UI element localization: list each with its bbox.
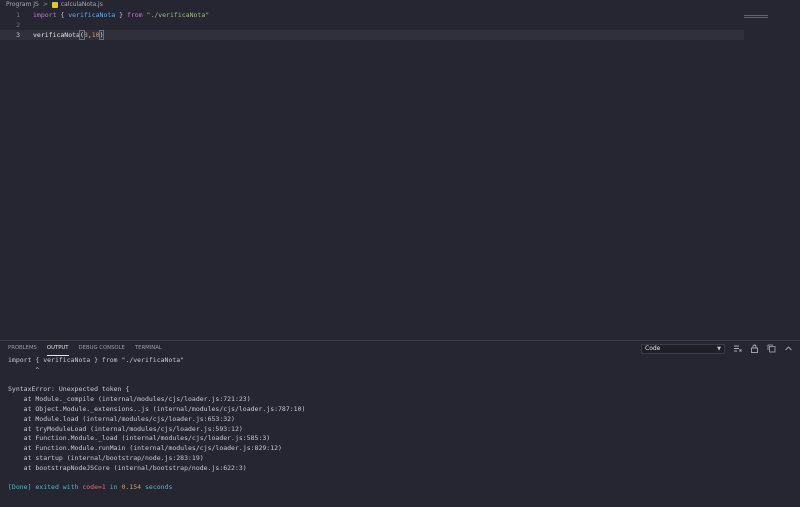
code-token: from (126, 11, 143, 19)
clear-output-icon[interactable] (733, 344, 742, 353)
output-line: import { verificaNota } from "./verifica… (8, 356, 185, 364)
output-console[interactable]: import { verificaNota } from "./verifica… (8, 356, 788, 493)
output-line: SyntaxError: Unexpected token { (8, 385, 130, 394)
output-channel-select[interactable]: Code ▼ (641, 344, 725, 354)
line-number: 1 (16, 11, 20, 19)
breadcrumb-file[interactable]: calculaNota.js (61, 1, 103, 8)
breadcrumb-folder[interactable]: Program JS (6, 1, 39, 8)
code-text: import { verificaNota } from "./verifica… (33, 10, 209, 20)
done-text2: in (105, 483, 122, 492)
line-number: 3 (16, 31, 20, 39)
tab-terminal[interactable]: TERMINAL (135, 341, 162, 356)
code-editor[interactable]: 1 import { verificaNota } from "./verific… (0, 9, 800, 340)
tab-output[interactable]: OUTPUT (46, 341, 69, 356)
done-text1: exited with (31, 483, 83, 492)
code-token: verificaNota (68, 11, 116, 19)
code-line[interactable]: 1 import { verificaNota } from "./verific… (0, 10, 744, 20)
done-tag: [Done] (8, 483, 32, 492)
panel-tabs: PROBLEMS OUTPUT DEBUG CONSOLE TERMINAL (0, 341, 162, 356)
output-line: at bootstrapNodeJSCore (internal/bootstr… (8, 463, 247, 472)
breadcrumb: Program JS > calculaNota.js (0, 0, 800, 9)
output-channel-value: Code (645, 345, 661, 352)
breadcrumb-separator: > (42, 1, 48, 8)
output-line: at Function.Module._load (internal/modul… (8, 434, 271, 443)
chevron-down-icon: ▼ (717, 346, 721, 352)
lock-icon[interactable] (750, 344, 759, 353)
code-token: ) (98, 30, 105, 40)
code-token: "./verificaNota" (146, 11, 210, 19)
code-token: import (33, 11, 57, 19)
tab-problems[interactable]: PROBLEMS (8, 341, 37, 356)
output-line: at Function.Module.runMain (internal/mod… (8, 444, 282, 453)
done-seconds: 0.154 (121, 483, 142, 492)
done-code: code=1 (82, 483, 106, 492)
output-line: at Object.Module._extensions..js (intern… (8, 404, 306, 413)
bottom-panel: PROBLEMS OUTPUT DEBUG CONSOLE TERMINAL C… (0, 340, 800, 507)
output-line: at startup (internal/bootstrap/node.js:2… (8, 453, 204, 462)
code-token: } (115, 11, 127, 19)
chevron-up-icon[interactable] (784, 344, 793, 353)
code-text: verificaNota(8,10) (33, 30, 105, 40)
copy-icon[interactable] (767, 344, 776, 353)
code-token: verificaNota (33, 31, 80, 39)
code-token: { (56, 11, 69, 19)
code-line[interactable]: 3 verificaNota(8,10) (0, 30, 744, 40)
line-number: 2 (16, 21, 20, 29)
output-line: at tryModuleLoad (internal/modules/cjs/l… (8, 424, 243, 433)
output-line: ^ (8, 365, 40, 374)
minimap[interactable] (744, 15, 768, 19)
done-text3: seconds (141, 483, 173, 492)
panel-actions (733, 344, 793, 353)
done-line: [Done] exited with code=1 in 0.154 secon… (8, 483, 788, 493)
tab-debug-console[interactable]: DEBUG CONSOLE (79, 341, 125, 356)
javascript-file-icon (51, 1, 58, 8)
output-line: at Module._compile (internal/modules/cjs… (8, 395, 251, 404)
output-line: at Module.load (internal/modules/cjs/loa… (8, 414, 235, 423)
code-line[interactable]: 2 (0, 20, 744, 30)
code-token: 10 (91, 31, 100, 39)
